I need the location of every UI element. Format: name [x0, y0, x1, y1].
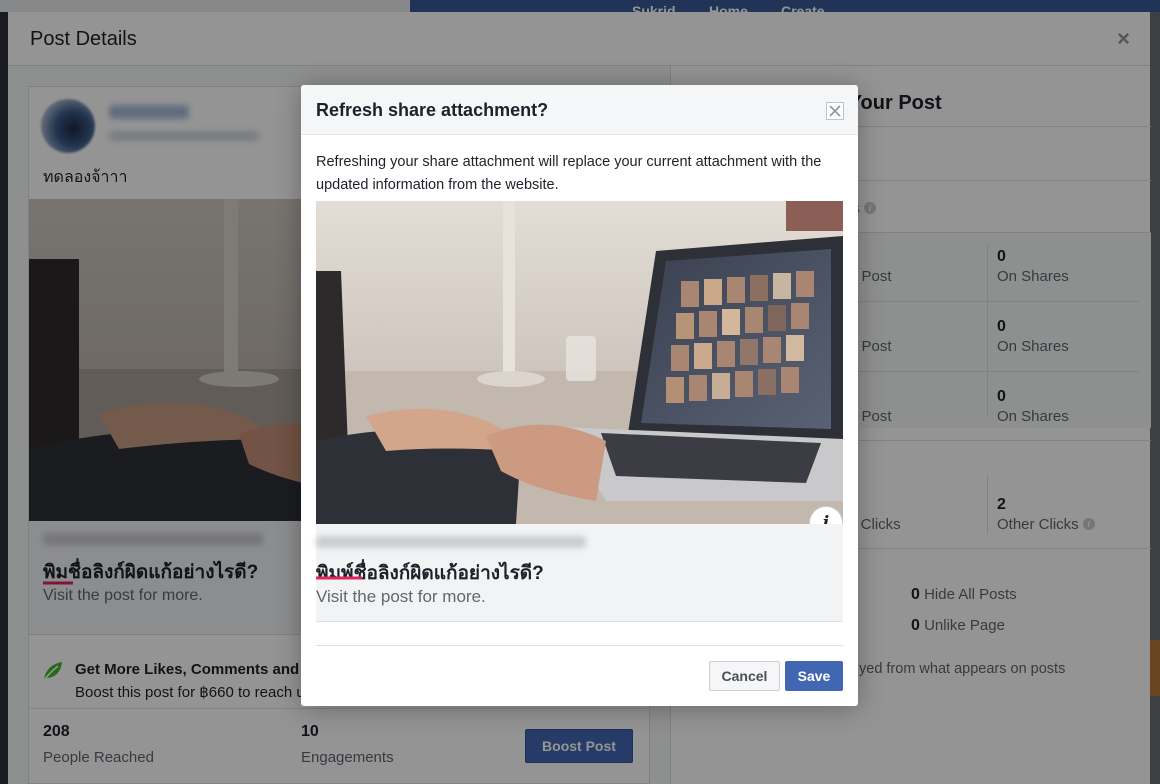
refresh-attachment-modal: Refresh share attachment? Refreshing you…	[301, 85, 858, 706]
attachment-link-description: Visit the post for more.	[316, 587, 486, 606]
modal-title: Refresh share attachment?	[316, 100, 549, 120]
cancel-button[interactable]: Cancel	[709, 661, 780, 691]
attachment-image	[316, 201, 843, 524]
modal-header: Refresh share attachment?	[301, 85, 858, 135]
attachment-link-preview: พิมพ์ชื่อลิงก์ผิดแก้อย่างไรดี? Visit the…	[316, 524, 843, 622]
save-button[interactable]: Save	[785, 661, 843, 691]
blurred-link-url	[316, 536, 586, 548]
attachment-link-title: พิมพ์ชื่อลิงก์ผิดแก้อย่างไรดี?	[316, 563, 544, 584]
divider	[316, 645, 843, 646]
modal-description: Refreshing your share attachment will re…	[316, 154, 822, 193]
spellcheck-underline	[316, 576, 362, 580]
close-icon[interactable]	[826, 102, 844, 120]
